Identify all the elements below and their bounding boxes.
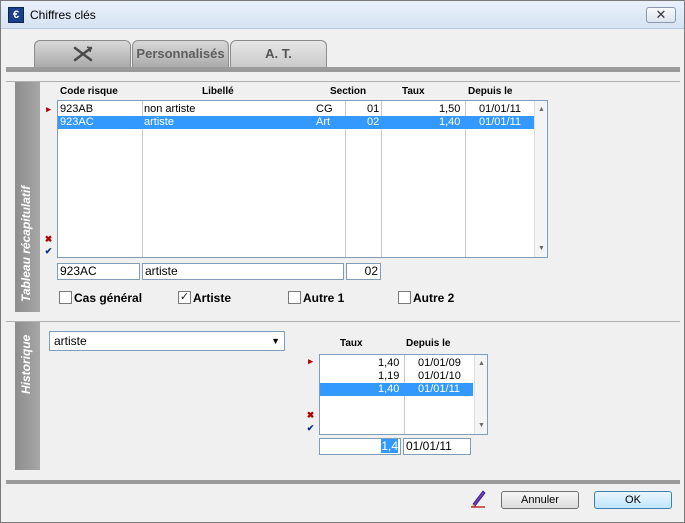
window-title: Chiffres clés [30,8,96,22]
history-scrollbar[interactable]: ▲ ▼ [474,355,487,434]
cell-section-code: Art [316,116,331,128]
dropdown-value: artiste [54,334,87,348]
delete-icon[interactable]: ✖ [306,411,315,420]
tab-general[interactable] [34,40,131,68]
history-grid[interactable]: 1,40 01/01/09 1,19 01/01/10 1,40 01/01/1… [319,354,488,435]
history-side-band: Historique [15,322,40,470]
summary-side-band: Tableau récapitulatif [15,82,40,312]
cell-taux: 1,50 [439,103,461,115]
cell-depuis: 01/01/10 [418,370,461,382]
dialog-window: € Chiffres clés ✕ Personnalisés A. T. Ta… [0,0,685,523]
artiste-label: Artiste [193,291,232,305]
summary-grid[interactable]: 923AB non artiste CG 01 1,50 01/01/11 92… [57,100,548,258]
autre2-checkbox[interactable] [398,291,411,304]
history-section-label: Historique [19,334,33,394]
app-icon: € [8,7,24,23]
cell-section-num: 01 [367,103,380,115]
cell-code: 923AC [60,116,94,128]
col-header-section: Section [330,86,367,97]
col-header-libelle: Libellé [202,86,234,97]
tab-at[interactable]: A. T. [230,40,327,68]
tab-personnalises[interactable]: Personnalisés [132,40,229,68]
cell-taux: 1,40 [378,383,400,395]
history-taux-field[interactable]: 1,4 [319,438,401,455]
cell-libelle: non artiste [144,103,196,115]
history-depuis-field[interactable]: 01/01/11 [403,438,471,455]
cell-depuis: 01/01/11 [418,383,461,395]
scroll-down-icon[interactable]: ▼ [538,245,545,252]
cas-general-label: Cas général [74,291,143,305]
historique-dropdown[interactable]: artiste ▼ [49,331,285,351]
cell-taux: 1,40 [439,116,461,128]
col-header-depuis: Depuis le [468,86,513,97]
cell-taux: 1,19 [378,370,400,382]
cell-code: 923AB [60,103,94,115]
chevron-down-icon: ▼ [271,336,280,346]
summary-scrollbar[interactable]: ▲ ▼ [534,101,547,257]
code-risque-field[interactable]: 923AC [57,263,140,280]
summary-section-label: Tableau récapitulatif [19,185,33,302]
history-taux-value: 1,4 [381,439,398,453]
col-header-taux: Taux [402,86,425,97]
cell-depuis: 01/01/11 [479,103,522,115]
cell-depuis: 01/01/11 [479,116,522,128]
cell-section-num: 02 [367,116,380,128]
footer-divider [6,480,680,484]
validate-icon[interactable]: ✔ [44,247,53,256]
cell-depuis: 01/01/09 [418,357,461,369]
scroll-up-icon[interactable]: ▲ [478,360,485,367]
col-header-code: Code risque [60,86,118,97]
libelle-field[interactable]: artiste [142,263,344,280]
ok-button[interactable]: OK [594,491,672,509]
history-col-header-depuis: Depuis le [406,338,451,349]
autre2-label: Autre 2 [413,291,455,305]
cas-general-checkbox[interactable] [59,291,72,304]
marker-icon: ▸ [308,356,313,366]
tab-strip-divider [6,67,680,72]
close-button[interactable]: ✕ [646,7,676,23]
validate-icon[interactable]: ✔ [306,424,315,433]
cancel-button[interactable]: Annuler [501,491,579,509]
history-col-header-taux: Taux [340,338,363,349]
delete-icon[interactable]: ✖ [44,235,53,244]
autre1-label: Autre 1 [303,291,345,305]
marker-icon: ▸ [46,104,51,114]
tools-icon [73,46,92,62]
artiste-checkbox[interactable]: ✓ [178,291,191,304]
cell-section-code: CG [316,103,333,115]
scroll-down-icon[interactable]: ▼ [478,422,485,429]
edit-pen-icon[interactable] [469,488,487,508]
selected-row-highlight [58,116,534,129]
section-field[interactable]: 02 [346,263,381,280]
title-bar: € Chiffres clés ✕ [1,1,684,29]
autre1-checkbox[interactable] [288,291,301,304]
cell-libelle: artiste [144,116,174,128]
cell-taux: 1,40 [378,357,400,369]
scroll-up-icon[interactable]: ▲ [538,106,545,113]
